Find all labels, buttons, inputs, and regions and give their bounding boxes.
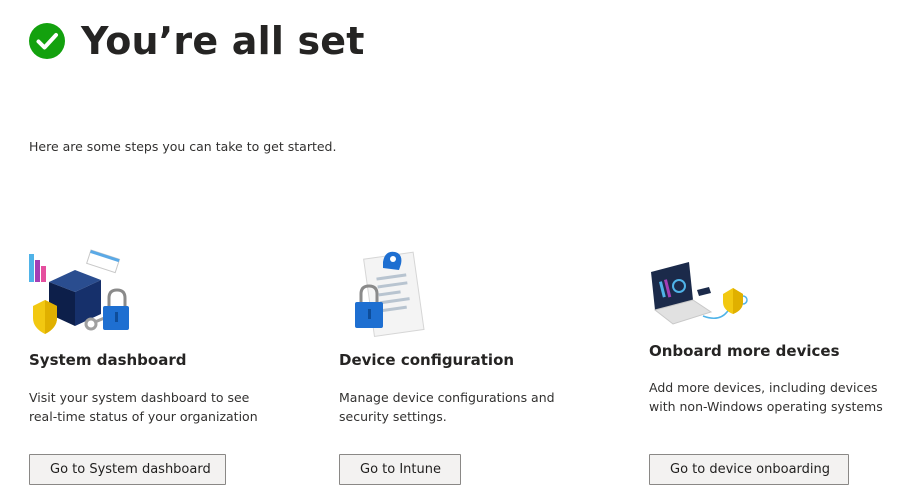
card-title: System dashboard	[29, 351, 187, 369]
page-title: You’re all set	[81, 19, 365, 63]
go-to-system-dashboard-button[interactable]: Go to System dashboard	[29, 454, 226, 485]
card-description: Visit your system dashboard to see real-…	[29, 390, 258, 424]
go-to-device-onboarding-button[interactable]: Go to device onboarding	[649, 454, 849, 485]
intro-text: Here are some steps you can take to get …	[29, 139, 337, 154]
card-description: Add more devices, including devices with…	[649, 380, 883, 414]
system-dashboard-illustration	[29, 249, 129, 334]
page-header: You’re all set	[29, 18, 365, 64]
card-title: Device configuration	[339, 351, 515, 369]
onboard-devices-illustration	[651, 262, 748, 325]
checkmark-circle-icon	[29, 23, 65, 59]
card-description: Manage device configurations and securit…	[339, 390, 555, 424]
device-configuration-illustration	[355, 251, 425, 337]
setup-complete-page: You’re all set Here are some steps you c…	[0, 0, 899, 498]
card-title: Onboard more devices	[649, 342, 840, 360]
go-to-intune-button[interactable]: Go to Intune	[339, 454, 461, 485]
